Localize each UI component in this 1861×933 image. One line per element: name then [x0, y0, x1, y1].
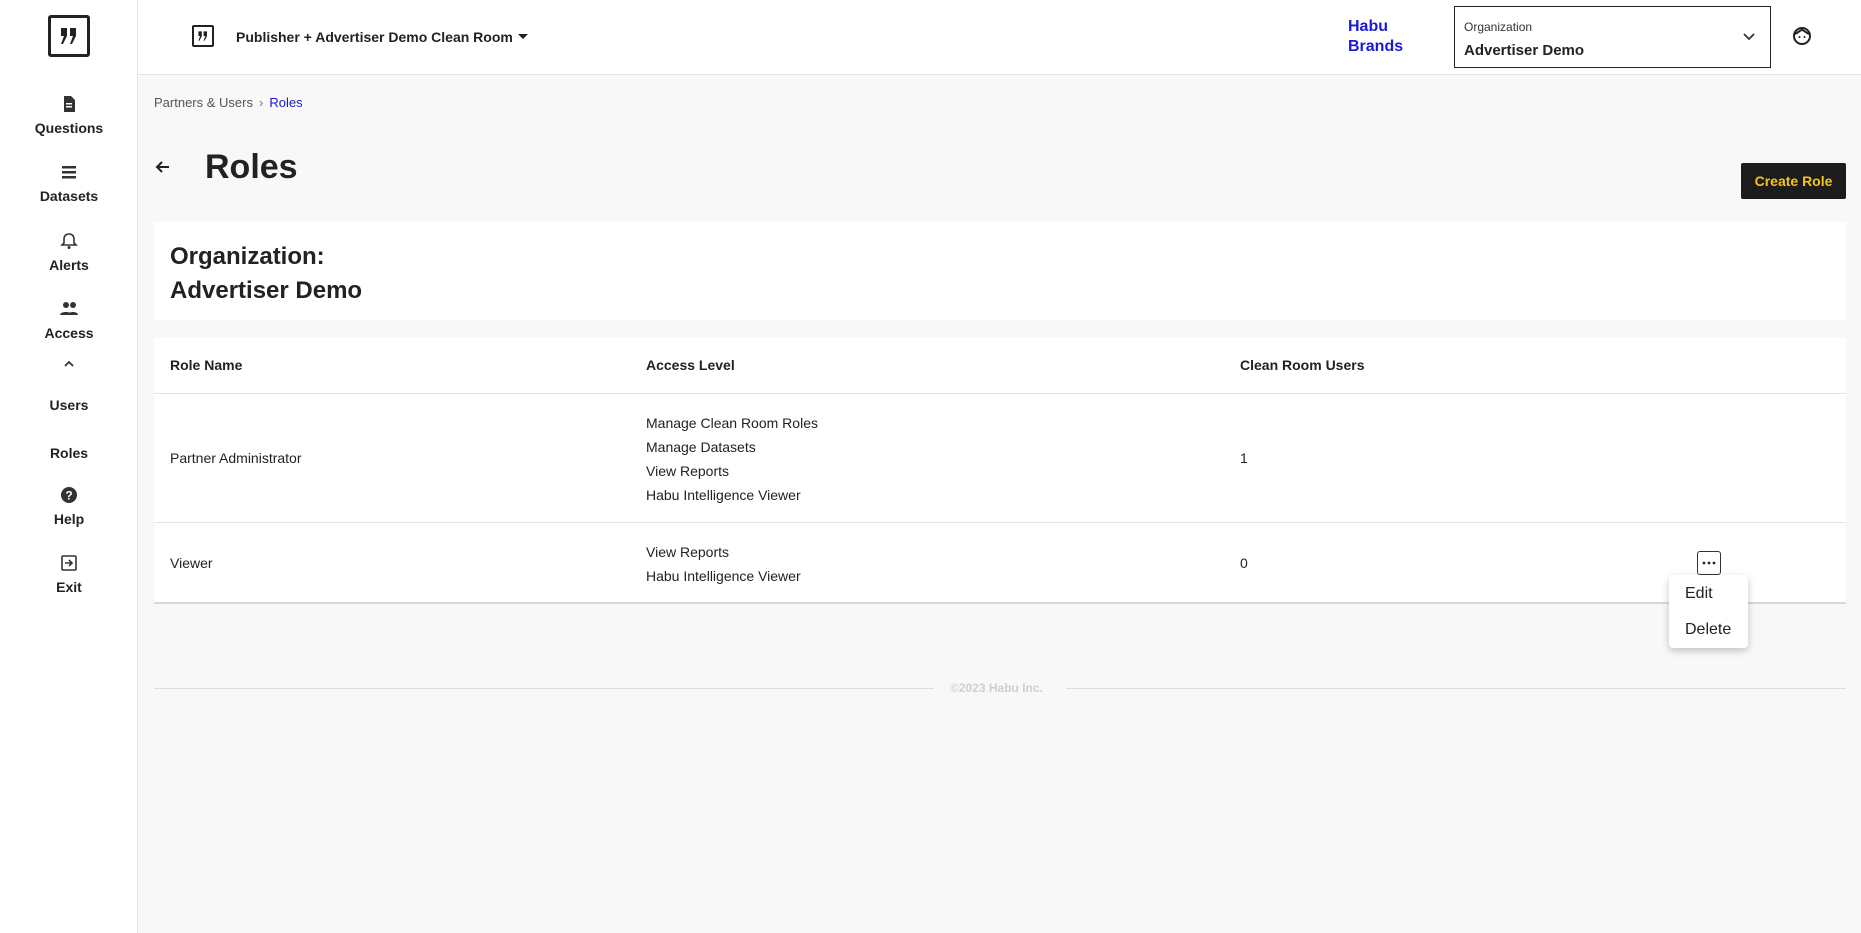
access-level-list: View Reports Habu Intelligence Viewer: [646, 540, 801, 588]
access-level-item: Manage Datasets: [646, 439, 756, 455]
caret-down-icon[interactable]: [518, 34, 528, 39]
row-actions-button[interactable]: [1697, 551, 1721, 575]
sidebar: Questions Datasets Alerts Access Users R…: [0, 0, 138, 933]
access-level-item: View Reports: [646, 463, 730, 479]
clean-room-users-count: 1: [1240, 450, 1248, 466]
organization-label: Organization:: [170, 243, 325, 270]
access-level-list: Manage Clean Room Roles Manage Datasets …: [646, 411, 818, 507]
organization-select-label: Organization: [1464, 20, 1533, 34]
footer-copyright: ©2023 Habu Inc.: [950, 681, 1043, 695]
document-icon: [64, 96, 75, 112]
habu-logo-icon[interactable]: [48, 15, 90, 57]
svg-text:?: ?: [65, 489, 72, 503]
breadcrumb-partners-users[interactable]: Partners & Users: [154, 95, 253, 110]
access-level-item: Manage Clean Room Roles: [646, 415, 818, 431]
clean-room-users-count: 0: [1240, 555, 1248, 571]
role-name: Viewer: [170, 555, 213, 571]
sidebar-item-exit[interactable]: Exit: [0, 553, 138, 597]
column-header-role-name: Role Name: [170, 357, 243, 373]
breadcrumb-separator: ›: [258, 95, 264, 110]
divider: [154, 522, 1846, 523]
sidebar-item-label: Access: [44, 325, 94, 341]
divider: [154, 393, 1846, 394]
sidebar-item-access[interactable]: Access: [0, 299, 138, 343]
sidebar-item-label: Questions: [34, 120, 104, 136]
sidebar-item-label: Alerts: [49, 257, 89, 273]
breadcrumb: Partners & Users › Roles: [154, 95, 303, 110]
sidebar-item-help[interactable]: ? Help: [0, 485, 138, 529]
role-name: Partner Administrator: [170, 450, 302, 466]
column-header-access-level: Access Level: [646, 357, 735, 373]
sidebar-item-questions[interactable]: Questions: [0, 94, 138, 138]
row-actions-menu: Edit Delete: [1669, 575, 1748, 648]
column-header-clean-room-users: Clean Room Users: [1240, 357, 1365, 373]
back-arrow-icon[interactable]: [154, 158, 172, 181]
organization-name: Advertiser Demo: [170, 277, 363, 304]
bell-icon: [60, 233, 78, 249]
more-horizontal-icon: [1702, 561, 1716, 565]
access-level-item: Habu Intelligence Viewer: [646, 487, 801, 503]
sidebar-item-label: Help: [53, 511, 85, 527]
sidebar-item-alerts[interactable]: Alerts: [0, 231, 138, 275]
clean-room-icon: [192, 25, 214, 47]
brand-name: Habu Brands: [1348, 18, 1404, 55]
sidebar-item-roles[interactable]: Roles: [0, 445, 138, 461]
roles-table: Role Name Access Level Clean Room Users …: [154, 337, 1846, 604]
access-level-item: Habu Intelligence Viewer: [646, 568, 801, 584]
sidebar-item-users[interactable]: Users: [0, 397, 138, 413]
footer-divider: [154, 688, 934, 689]
create-role-button[interactable]: Create Role: [1741, 163, 1846, 199]
organization-select[interactable]: Organization Advertiser Demo: [1454, 6, 1771, 68]
clean-room-selector[interactable]: Publisher + Advertiser Demo Clean Room: [236, 29, 513, 45]
footer-divider: [1066, 688, 1846, 689]
sidebar-item-label: Datasets: [39, 188, 99, 204]
chevron-up-icon[interactable]: [62, 356, 76, 374]
sidebar-item-label: Exit: [56, 579, 82, 595]
chevron-down-icon: [1743, 33, 1755, 41]
access-level-item: View Reports: [646, 544, 730, 560]
people-icon: [60, 302, 78, 315]
user-avatar-icon[interactable]: [1792, 26, 1812, 51]
list-icon: [62, 166, 76, 179]
menu-item-delete[interactable]: Delete: [1669, 612, 1748, 648]
help-icon: ?: [61, 487, 77, 503]
organization-select-value: Advertiser Demo: [1464, 42, 1585, 59]
breadcrumb-roles[interactable]: Roles: [269, 95, 302, 110]
sidebar-item-datasets[interactable]: Datasets: [0, 162, 138, 206]
page-title: Roles: [205, 148, 298, 186]
exit-icon: [61, 555, 77, 571]
top-bar: Publisher + Advertiser Demo Clean Room H…: [138, 0, 1861, 75]
organization-card: Organization: Advertiser Demo: [154, 222, 1846, 320]
menu-item-edit[interactable]: Edit: [1669, 576, 1748, 612]
